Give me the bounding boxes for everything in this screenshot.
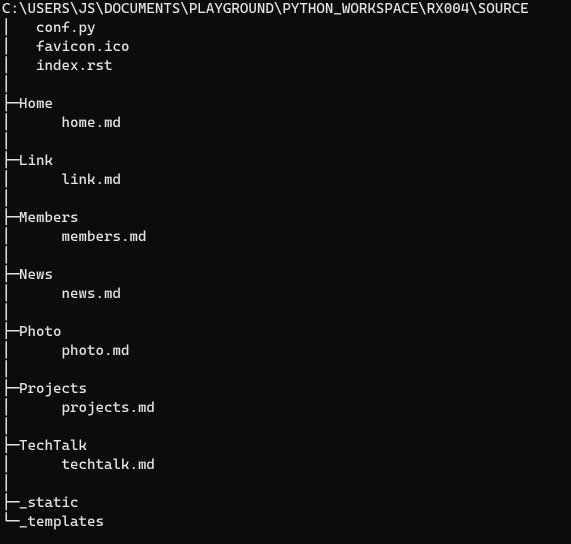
current-path: C:\USERS\JS\DOCUMENTS\PLAYGROUND\PYTHON_… bbox=[2, 0, 569, 19]
terminal-output: C:\USERS\JS\DOCUMENTS\PLAYGROUND\PYTHON_… bbox=[0, 0, 571, 532]
directory-tree: │ conf.py │ favicon.ico │ index.rst │ ├─… bbox=[2, 19, 569, 532]
